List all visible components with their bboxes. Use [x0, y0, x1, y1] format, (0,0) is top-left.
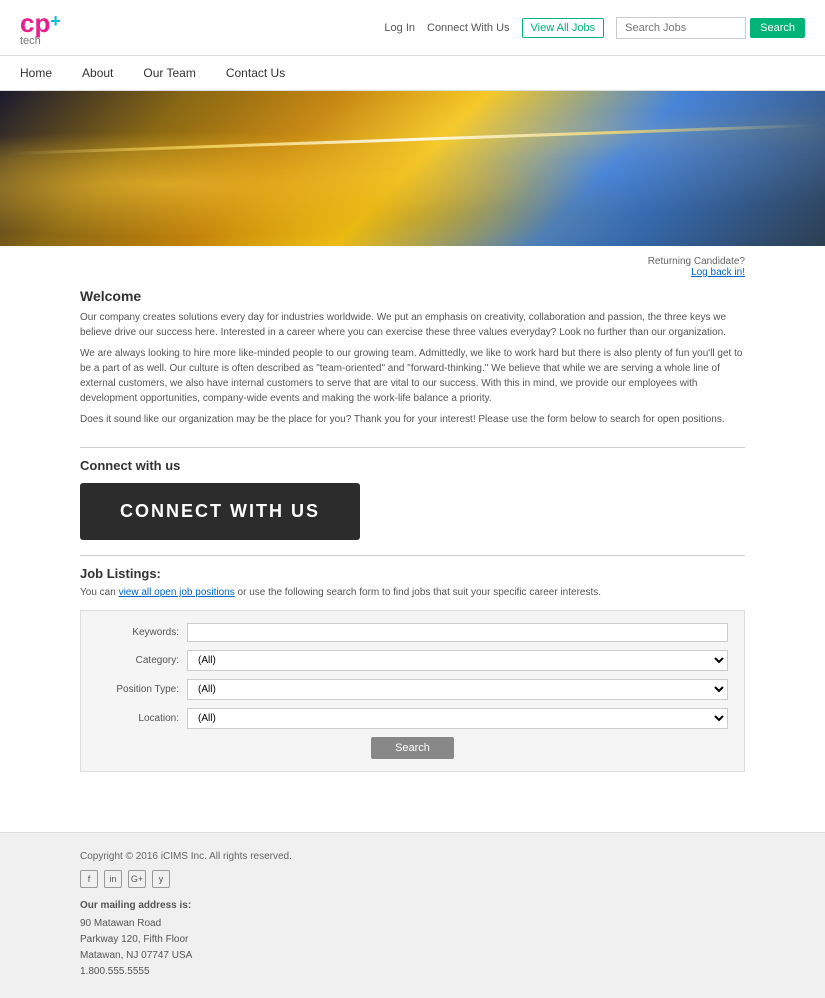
keywords-label: Keywords: [97, 627, 187, 638]
linkedin-icon[interactable]: in [104, 870, 122, 888]
job-listings-subtitle: You can view all open job positions or u… [80, 587, 745, 598]
log-back-in-link[interactable]: Log back in! [691, 267, 745, 278]
logo-plus-text: + [50, 11, 61, 31]
mailing-line-4: 1.800.555.5555 [80, 966, 150, 977]
view-all-positions-link[interactable]: view all open job positions [119, 587, 235, 598]
mailing-line-3: Matawan, NJ 07747 USA [80, 950, 192, 961]
logo-tech-text: tech [20, 35, 61, 47]
connect-link[interactable]: Connect With Us [427, 22, 510, 34]
position-type-label: Position Type: [97, 684, 187, 695]
welcome-para3: Does it sound like our organization may … [80, 412, 745, 427]
job-search-form: Keywords: Category: (All) Position Type:… [80, 610, 745, 772]
social-icons: f in G+ y [80, 870, 745, 888]
location-label: Location: [97, 713, 187, 724]
welcome-para1: Our company creates solutions every day … [80, 310, 745, 340]
form-search-button[interactable]: Search [371, 737, 454, 759]
nav-home[interactable]: Home [20, 66, 52, 80]
welcome-para2: We are always looking to hire more like-… [80, 346, 745, 406]
main-content: Returning Candidate? Log back in! Welcom… [0, 246, 825, 812]
mailing-line-2: Parkway 120, Fifth Floor [80, 934, 188, 945]
returning-candidate-section: Returning Candidate? Log back in! [80, 256, 745, 278]
mailing-line-1: 90 Matawan Road [80, 918, 161, 929]
location-select[interactable]: (All) [187, 708, 728, 729]
job-listings-heading: Job Listings: [80, 566, 745, 581]
hero-image [0, 91, 825, 246]
twitter-icon[interactable]: y [152, 870, 170, 888]
section-divider-2 [80, 555, 745, 556]
keywords-row: Keywords: [97, 623, 728, 642]
logo: cp+ tech [20, 8, 61, 47]
copyright-text: Copyright © 2016 iCIMS Inc. All rights r… [80, 851, 745, 862]
nav-our-team[interactable]: Our Team [143, 66, 195, 80]
nav-contact-us[interactable]: Contact Us [226, 66, 285, 80]
returning-candidate-text: Returning Candidate? [648, 256, 745, 267]
subtitle-text-before: You can [80, 587, 119, 598]
login-link[interactable]: Log In [384, 22, 415, 34]
top-search-input[interactable] [616, 17, 746, 39]
category-row: Category: (All) [97, 650, 728, 671]
top-search-area: Search [616, 17, 805, 39]
googleplus-icon[interactable]: G+ [128, 870, 146, 888]
nav-bar: Home About Our Team Contact Us [0, 56, 825, 91]
job-listings-section: Job Listings: You can view all open job … [80, 566, 745, 772]
keywords-input[interactable] [187, 623, 728, 642]
footer: Copyright © 2016 iCIMS Inc. All rights r… [0, 832, 825, 998]
connect-heading: Connect with us [80, 458, 745, 473]
mailing-title: Our mailing address is: [80, 898, 745, 914]
logo-cp-text: cp [20, 8, 50, 38]
top-nav: Log In Connect With Us View All Jobs Sea… [384, 17, 805, 39]
welcome-section: Welcome Our company creates solutions ev… [80, 288, 745, 427]
category-select[interactable]: (All) [187, 650, 728, 671]
category-label: Category: [97, 655, 187, 666]
top-bar: cp+ tech Log In Connect With Us View All… [0, 0, 825, 56]
facebook-icon[interactable]: f [80, 870, 98, 888]
location-row: Location: (All) [97, 708, 728, 729]
mailing-address: Our mailing address is: 90 Matawan Road … [80, 898, 745, 980]
view-all-jobs-button[interactable]: View All Jobs [522, 18, 605, 38]
form-search-button-row: Search [97, 737, 728, 759]
top-search-button[interactable]: Search [750, 18, 805, 38]
subtitle-text-after: or use the following search form to find… [235, 587, 601, 598]
connect-with-us-button[interactable]: CONNECT WITH US [80, 483, 360, 540]
position-type-select[interactable]: (All) [187, 679, 728, 700]
welcome-heading: Welcome [80, 288, 745, 304]
connect-button-container: CONNECT WITH US [80, 483, 745, 540]
position-type-row: Position Type: (All) [97, 679, 728, 700]
nav-about[interactable]: About [82, 66, 113, 80]
connect-section: Connect with us CONNECT WITH US [80, 458, 745, 540]
section-divider-1 [80, 447, 745, 448]
